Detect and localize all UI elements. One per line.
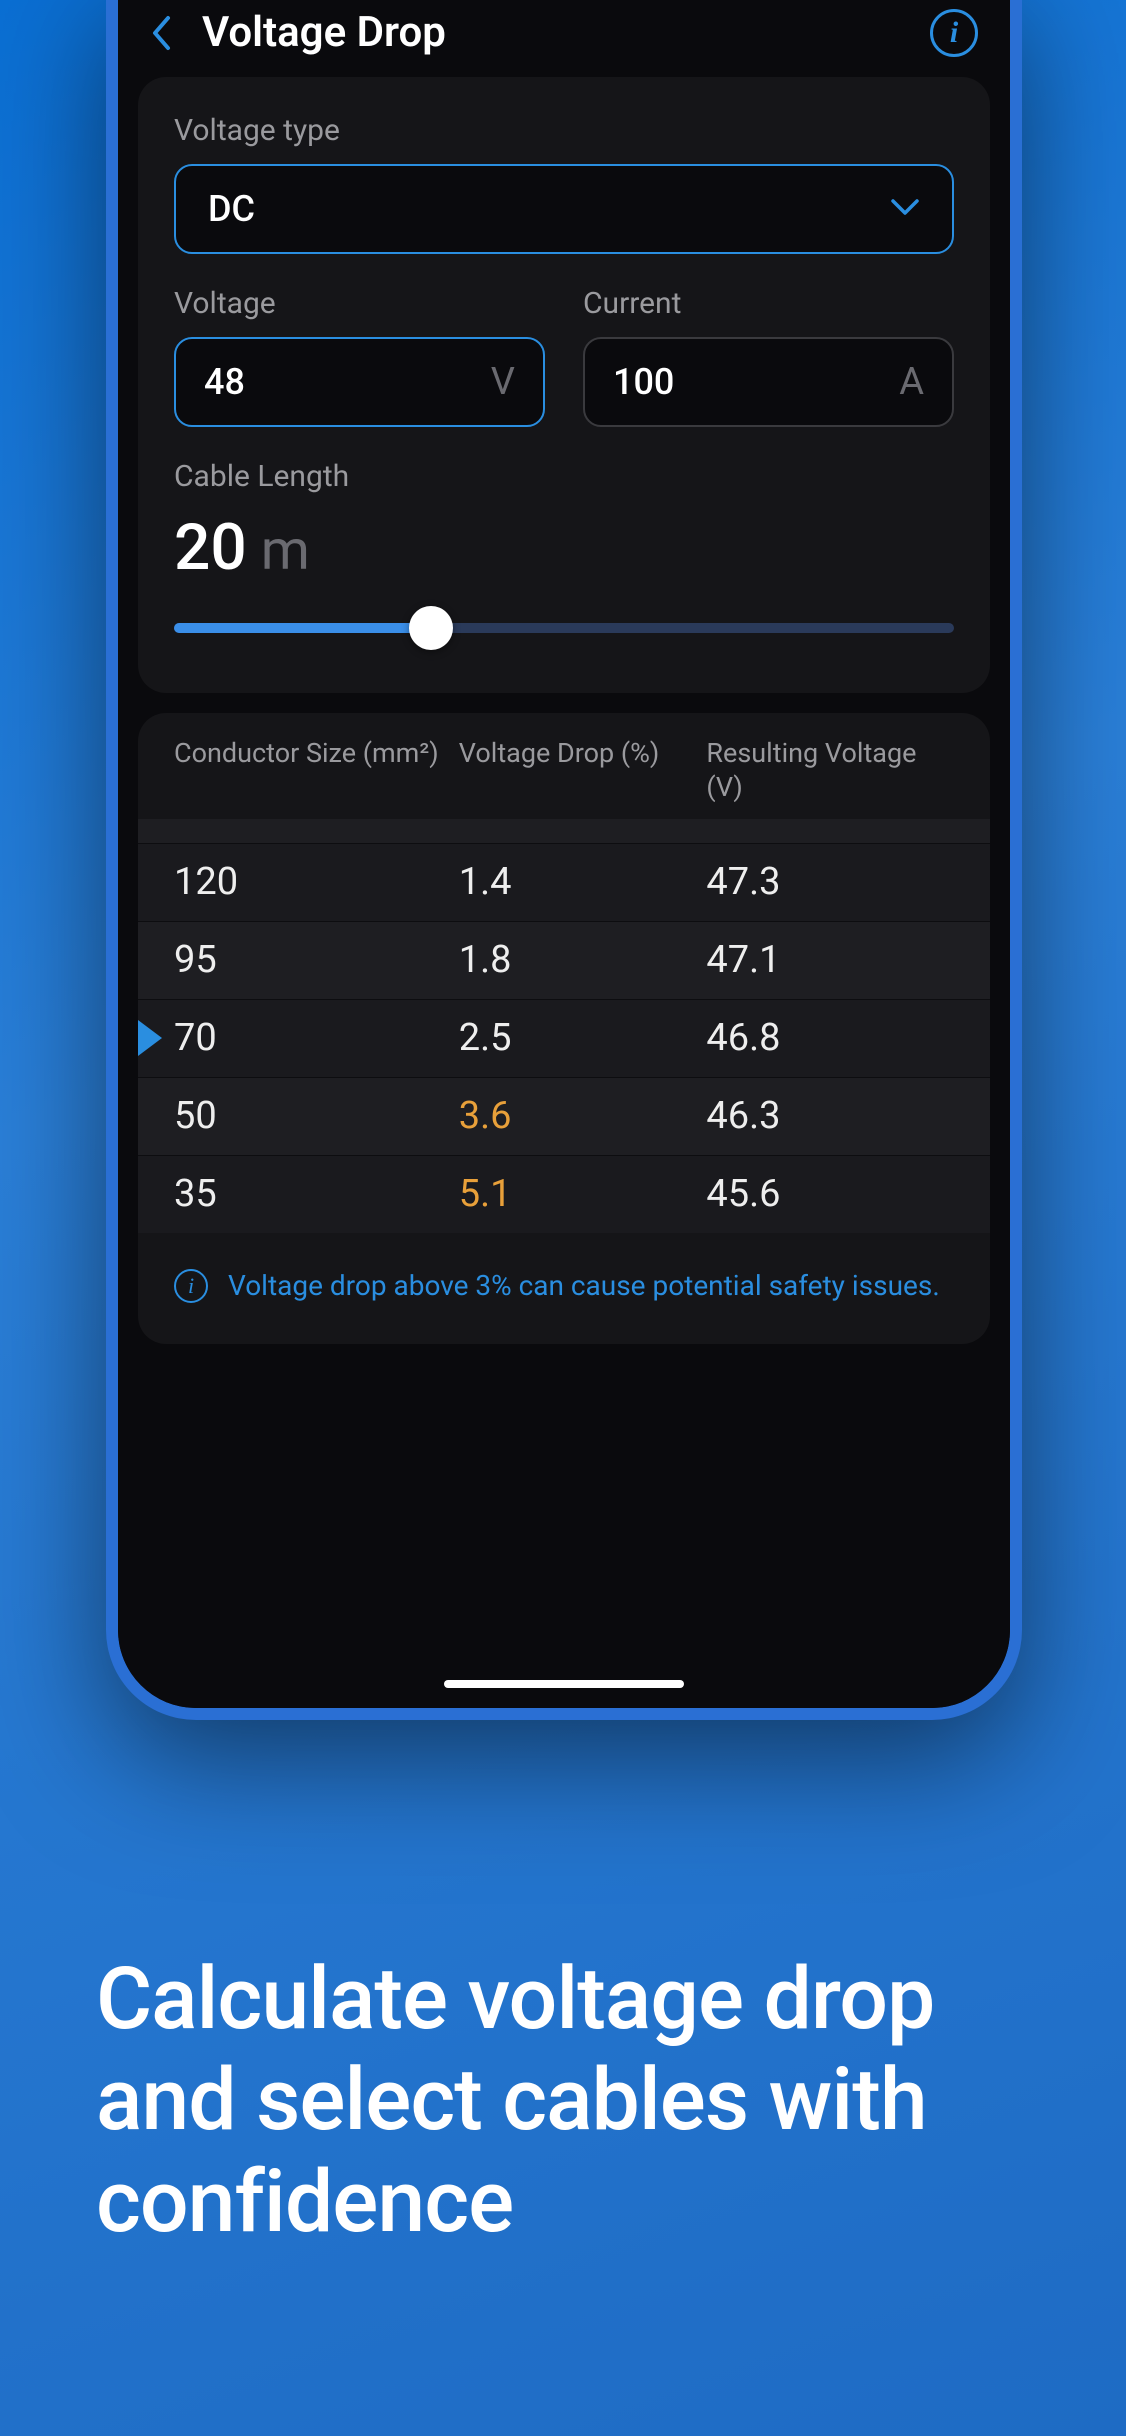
cell-voltage-drop: 1.8: [459, 938, 707, 982]
row-selected-indicator: [138, 1020, 162, 1056]
cell-voltage-drop: 5.1: [459, 1172, 707, 1216]
page-title: Voltage Drop: [202, 8, 930, 57]
phone-frame: Voltage Drop i Voltage type DC Voltage 4…: [106, 0, 1022, 1720]
table-body: 1201.447.3951.847.1702.546.8503.646.3355…: [138, 843, 990, 1233]
back-button[interactable]: [150, 13, 190, 53]
results-table: Conductor Size (mm²) Voltage Drop (%) Re…: [138, 713, 990, 1344]
info-button[interactable]: i: [930, 9, 978, 57]
marketing-tagline: Calculate voltage drop and select cables…: [96, 1948, 1030, 2252]
cell-conductor-size: 70: [174, 1016, 459, 1060]
app-screen: Voltage Drop i Voltage type DC Voltage 4…: [118, 0, 1010, 1708]
chevron-down-icon: [890, 198, 920, 220]
warning-note: i Voltage drop above 3% can cause potent…: [138, 1233, 990, 1345]
cable-length-display: 20 m: [174, 510, 954, 585]
cell-voltage-drop: 3.6: [459, 1094, 707, 1138]
app-header: Voltage Drop i: [138, 0, 990, 77]
cable-length-value: 20: [174, 510, 247, 585]
cable-length-slider[interactable]: [174, 605, 954, 651]
cell-conductor-size: 35: [174, 1172, 459, 1216]
slider-track: [174, 623, 954, 633]
cell-resulting-voltage: 45.6: [706, 1172, 954, 1216]
table-row-clipped: [138, 819, 990, 843]
current-label: Current: [583, 286, 954, 321]
th-conductor-size: Conductor Size (mm²): [174, 737, 459, 805]
table-row[interactable]: 1201.447.3: [138, 843, 990, 921]
table-row[interactable]: 503.646.3: [138, 1077, 990, 1155]
voltage-type-label: Voltage type: [174, 113, 954, 148]
cell-resulting-voltage: 47.3: [706, 860, 954, 904]
table-row[interactable]: 702.546.8: [138, 999, 990, 1077]
slider-fill: [174, 623, 431, 633]
voltage-input[interactable]: 48 V: [174, 337, 545, 427]
cell-voltage-drop: 2.5: [459, 1016, 707, 1060]
table-header: Conductor Size (mm²) Voltage Drop (%) Re…: [138, 713, 990, 819]
cell-resulting-voltage: 46.8: [706, 1016, 954, 1060]
cell-voltage-drop: 1.4: [459, 860, 707, 904]
current-unit: A: [899, 360, 924, 404]
home-indicator[interactable]: [444, 1680, 684, 1688]
voltage-unit: V: [491, 360, 515, 404]
cable-length-unit: m: [261, 517, 310, 583]
cell-resulting-voltage: 46.3: [706, 1094, 954, 1138]
current-input[interactable]: 100 A: [583, 337, 954, 427]
voltage-type-select[interactable]: DC: [174, 164, 954, 254]
cell-conductor-size: 95: [174, 938, 459, 982]
current-value: 100: [613, 361, 887, 403]
warning-text: Voltage drop above 3% can cause potentia…: [228, 1267, 940, 1305]
input-panel: Voltage type DC Voltage 48 V Current: [138, 77, 990, 693]
chevron-left-icon: [150, 15, 172, 51]
table-row[interactable]: 355.145.6: [138, 1155, 990, 1233]
th-resulting-voltage: Resulting Voltage (V): [706, 737, 954, 805]
cable-length-label: Cable Length: [174, 459, 954, 494]
cell-resulting-voltage: 47.1: [706, 938, 954, 982]
cell-conductor-size: 50: [174, 1094, 459, 1138]
th-voltage-drop: Voltage Drop (%): [459, 737, 707, 805]
cell-conductor-size: 120: [174, 860, 459, 904]
voltage-type-value: DC: [208, 188, 255, 230]
info-icon: i: [174, 1269, 208, 1303]
info-icon: i: [950, 16, 958, 50]
voltage-label: Voltage: [174, 286, 545, 321]
voltage-value: 48: [204, 361, 479, 403]
slider-thumb[interactable]: [409, 606, 453, 650]
table-row[interactable]: 951.847.1: [138, 921, 990, 999]
